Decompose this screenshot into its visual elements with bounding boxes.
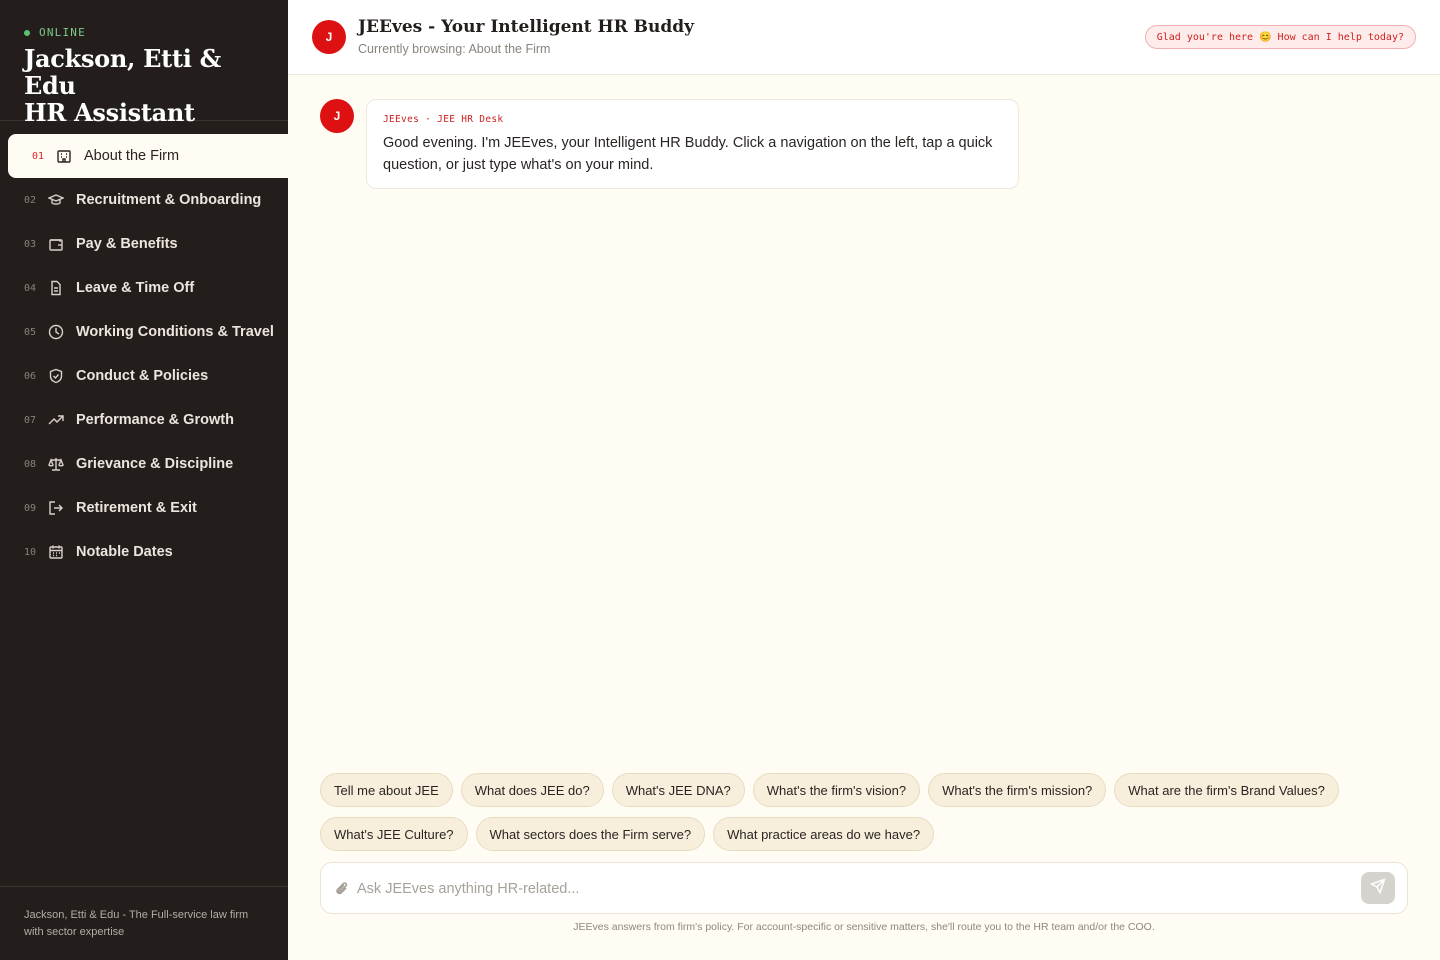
send-icon <box>1369 877 1386 899</box>
quick-question-chip[interactable]: What's the firm's vision? <box>752 773 921 807</box>
nav-number: 06 <box>24 370 37 382</box>
message-meta: JEEves · JEE HR Desk <box>383 114 504 125</box>
quick-question-chip[interactable]: What does JEE do? <box>460 773 604 807</box>
browsing-context: Currently browsing: About the Firm <box>358 42 551 56</box>
nav-number: 03 <box>24 238 37 250</box>
nav-label: Conduct & Policies <box>76 368 209 384</box>
greeting-badge: Glad you're here 😊 How can I help today? <box>1144 25 1416 49</box>
graduation-cap-icon <box>48 192 64 208</box>
sidebar-item-grievance-discipline[interactable]: 08 Grievance & Discipline <box>0 442 288 486</box>
sidebar-item-conduct-policies[interactable]: 06 Conduct & Policies <box>0 354 288 398</box>
nav-label: Pay & Benefits <box>76 236 178 252</box>
nav-label: Grievance & Discipline <box>76 456 234 472</box>
document-icon <box>48 280 64 296</box>
assistant-message: JEEves · JEE HR Desk Good evening. I'm J… <box>366 99 1019 189</box>
sidebar-item-leave-time-off[interactable]: 04 Leave & Time Off <box>0 266 288 310</box>
disclaimer: JEEves answers from firm's policy. For a… <box>573 921 1155 933</box>
sidebar: ONLINE Jackson, Etti & Edu HR Assistant … <box>0 0 288 960</box>
building-icon <box>56 148 72 164</box>
trend-up-icon <box>48 412 64 428</box>
nav-number: 04 <box>24 282 37 294</box>
sidebar-footer-line1: Jackson, Etti & Edu - The Full-service l… <box>24 909 249 921</box>
nav-label: Notable Dates <box>76 544 173 560</box>
shield-icon <box>48 368 64 384</box>
sidebar-footer-line2: with sector expertise <box>24 926 125 938</box>
quick-questions: Tell me about JEE What does JEE do? What… <box>320 773 1410 851</box>
chat-header: J JEEves - Your Intelligent HR Buddy Cur… <box>288 0 1440 75</box>
brand-block: ONLINE Jackson, Etti & Edu HR Assistant <box>0 0 288 126</box>
quick-question-chip[interactable]: What's the firm's mission? <box>928 773 1107 807</box>
online-dot-icon <box>24 29 30 36</box>
sidebar-footer: Jackson, Etti & Edu - The Full-service l… <box>0 886 288 960</box>
nav-label: Performance & Growth <box>76 412 234 428</box>
message-composer <box>320 862 1408 914</box>
nav-number: 05 <box>24 326 37 338</box>
nav-number: 01 <box>32 150 45 162</box>
online-status: ONLINE <box>24 26 264 39</box>
sidebar-item-recruitment-onboarding[interactable]: 02 Recruitment & Onboarding <box>0 178 288 222</box>
message-input[interactable] <box>357 871 1347 907</box>
sidebar-nav: 01 About the Firm 02 Recruitment & Onboa… <box>0 134 288 574</box>
quick-question-chip[interactable]: What's JEE DNA? <box>611 773 745 807</box>
calendar-icon <box>48 544 64 560</box>
nav-number: 09 <box>24 502 37 514</box>
exit-icon <box>48 500 64 516</box>
quick-question-chip[interactable]: What sectors does the Firm serve? <box>475 817 706 851</box>
paperclip-icon[interactable] <box>333 880 351 898</box>
quick-question-chip[interactable]: What's JEE Culture? <box>320 817 468 851</box>
sidebar-item-performance-growth[interactable]: 07 Performance & Growth <box>0 398 288 442</box>
quick-question-chip[interactable]: What practice areas do we have? <box>713 817 935 851</box>
online-status-label: ONLINE <box>39 26 86 39</box>
nav-label: Retirement & Exit <box>76 500 197 516</box>
scales-icon <box>48 456 64 472</box>
nav-label: Recruitment & Onboarding <box>76 192 262 208</box>
nav-number: 08 <box>24 458 37 470</box>
nav-number: 07 <box>24 414 37 426</box>
quick-question-chip[interactable]: What are the firm's Brand Values? <box>1114 773 1339 807</box>
brand-title-line1: Jackson, Etti & Edu <box>24 44 221 100</box>
assistant-avatar: J <box>312 20 346 54</box>
quick-question-chip[interactable]: Tell me about JEE <box>320 773 453 807</box>
sidebar-item-about-the-firm[interactable]: 01 About the Firm <box>8 134 288 178</box>
nav-label: Leave & Time Off <box>76 280 195 296</box>
page-title: JEEves - Your Intelligent HR Buddy <box>358 17 695 37</box>
sidebar-item-working-conditions-travel[interactable]: 05 Working Conditions & Travel <box>0 310 288 354</box>
send-button[interactable] <box>1361 872 1395 904</box>
sidebar-item-retirement-exit[interactable]: 09 Retirement & Exit <box>0 486 288 530</box>
message-text: Good evening. I'm JEEves, your Intellige… <box>383 135 993 173</box>
nav-number: 02 <box>24 194 37 206</box>
nav-number: 10 <box>24 546 37 558</box>
clock-icon <box>48 324 64 340</box>
sidebar-item-notable-dates[interactable]: 10 Notable Dates <box>0 530 288 574</box>
message-avatar: J <box>320 99 354 133</box>
brand-title-line2: HR Assistant <box>24 98 195 127</box>
nav-label: About the Firm <box>84 148 180 164</box>
sidebar-item-pay-benefits[interactable]: 03 Pay & Benefits <box>0 222 288 266</box>
nav-label: Working Conditions & Travel <box>76 324 274 340</box>
brand-title: Jackson, Etti & Edu HR Assistant <box>24 45 264 126</box>
wallet-icon <box>48 236 64 252</box>
